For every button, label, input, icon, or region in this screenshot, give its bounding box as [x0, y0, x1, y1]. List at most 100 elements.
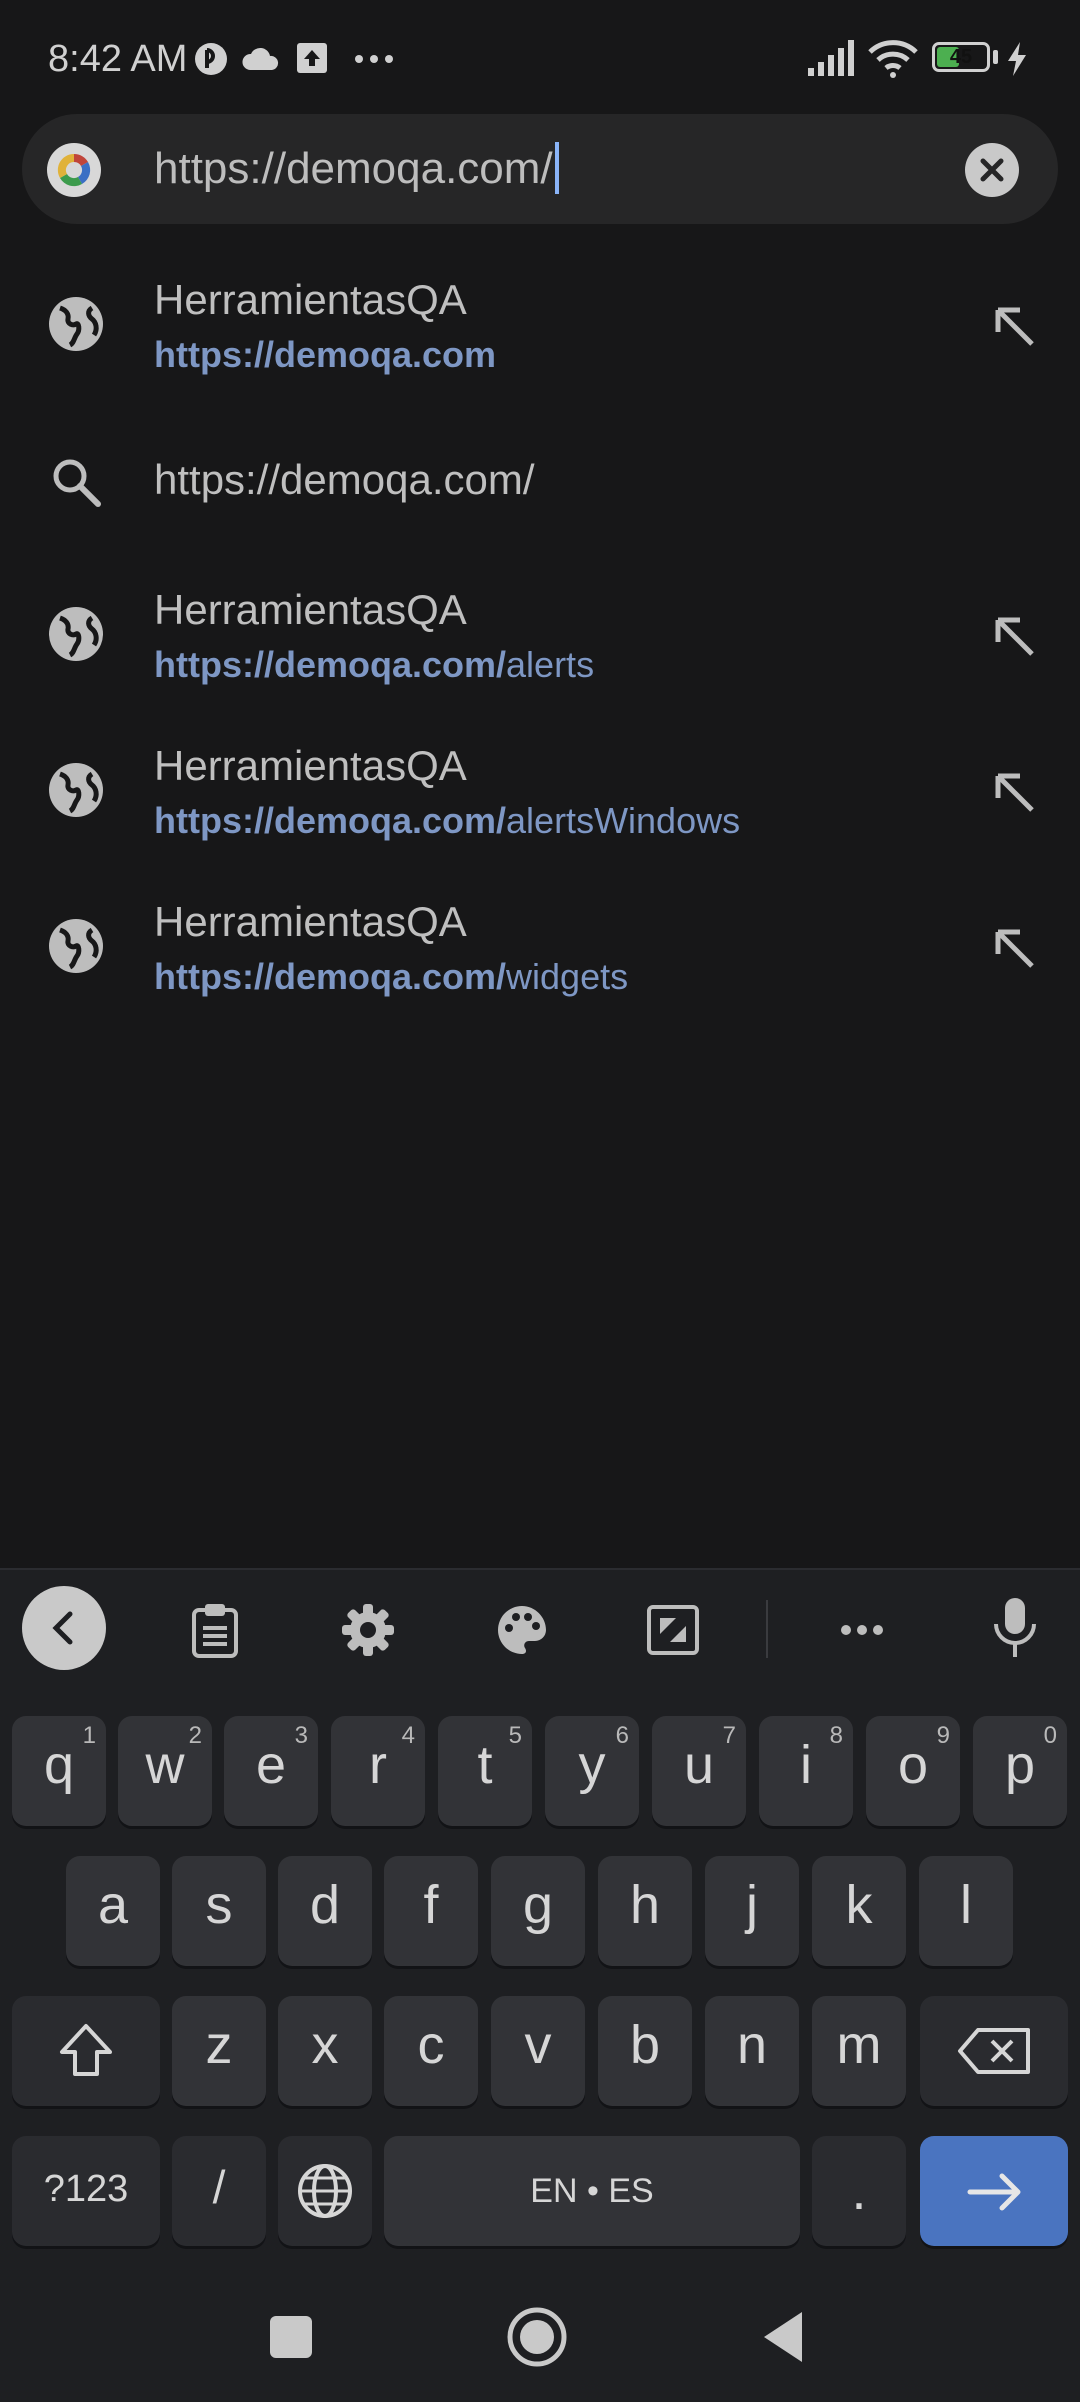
globe-icon — [49, 763, 103, 817]
key-q[interactable]: q1 — [12, 1716, 106, 1826]
key-label: x — [311, 2015, 339, 2075]
suggestion-url-rest: alertsWindows — [506, 800, 741, 841]
key-hint: 5 — [508, 1722, 522, 1749]
settings-icon[interactable] — [340, 1602, 396, 1658]
suggestion-url-rest: widgets — [506, 956, 629, 997]
battery-level: 45 — [949, 46, 973, 68]
key-g[interactable]: g — [491, 1856, 585, 1966]
address-bar[interactable]: https://demoqa.com/ — [22, 114, 1058, 224]
key-v[interactable]: v — [491, 1996, 585, 2106]
key-f[interactable]: f — [384, 1856, 478, 1966]
suggestion-item[interactable]: HerramientasQA https://demoqa.com/alerts… — [0, 716, 1080, 866]
language-key[interactable] — [278, 2136, 372, 2246]
key-hint: 8 — [829, 1722, 843, 1749]
key-label: f — [423, 1875, 439, 1935]
key-p[interactable]: p0 — [973, 1716, 1067, 1826]
clipboard-icon[interactable] — [190, 1602, 240, 1658]
more-icon — [355, 55, 393, 63]
suggestion-url: https://demoqa.com/widgets — [154, 956, 628, 998]
key-s[interactable]: s — [172, 1856, 266, 1966]
key-n[interactable]: n — [705, 1996, 799, 2106]
key-label: k — [845, 1875, 873, 1935]
key-b[interactable]: b — [598, 1996, 692, 2106]
symbols-key[interactable]: ?123 — [12, 2136, 160, 2246]
shift-icon — [60, 2024, 112, 2076]
key-label: EN • ES — [530, 2172, 654, 2210]
key-j[interactable]: j — [705, 1856, 799, 1966]
key-d[interactable]: d — [278, 1856, 372, 1966]
enter-key[interactable] — [920, 2136, 1068, 2246]
insert-arrow-icon[interactable] — [988, 766, 1040, 818]
status-time: 8:42 AM — [48, 38, 188, 80]
upload-icon — [297, 43, 327, 73]
key-k[interactable]: k — [812, 1856, 906, 1966]
key-label: ?123 — [43, 2168, 129, 2210]
insert-arrow-icon[interactable] — [988, 300, 1040, 352]
key-label: c — [417, 2015, 445, 2075]
resize-icon[interactable] — [646, 1604, 700, 1656]
key-t[interactable]: t5 — [438, 1716, 532, 1826]
suggestion-item[interactable]: https://demoqa.com/ — [0, 406, 1080, 556]
key-period[interactable]: . — [812, 2136, 906, 2246]
battery-tip — [993, 50, 998, 64]
key-u[interactable]: u7 — [652, 1716, 746, 1826]
key-label: j — [746, 1875, 758, 1935]
insert-arrow-icon[interactable] — [988, 610, 1040, 662]
arrow-right-icon — [967, 2173, 1021, 2211]
key-y[interactable]: y6 — [545, 1716, 639, 1826]
backspace-key[interactable] — [920, 1996, 1068, 2106]
key-label: b — [629, 2015, 661, 2075]
suggestion-url-match: https://demoqa.com/ — [154, 644, 507, 685]
key-hint: 1 — [82, 1722, 96, 1749]
battery-icon: 45 — [932, 42, 990, 72]
key-e[interactable]: e3 — [224, 1716, 318, 1826]
key-x[interactable]: x — [278, 1996, 372, 2106]
key-h[interactable]: h — [598, 1856, 692, 1966]
key-label: a — [97, 1875, 129, 1935]
text-caret — [554, 142, 559, 195]
key-a[interactable]: a — [66, 1856, 160, 1966]
suggestion-url-match: https://demoqa.com/ — [154, 956, 507, 997]
key-l[interactable]: l — [919, 1856, 1013, 1966]
globe-icon — [298, 2164, 352, 2218]
search-icon — [53, 459, 101, 507]
key-z[interactable]: z — [172, 1996, 266, 2106]
suggestion-url: https://demoqa.com — [154, 334, 496, 376]
key-m[interactable]: m — [812, 1996, 906, 2106]
palette-icon[interactable] — [494, 1602, 550, 1658]
key-hint: 3 — [294, 1722, 308, 1749]
clear-icon[interactable] — [964, 142, 1020, 198]
key-i[interactable]: i8 — [759, 1716, 853, 1826]
more-icon[interactable] — [840, 1624, 884, 1636]
app-icon — [195, 43, 227, 75]
space-key[interactable]: EN • ES — [384, 2136, 800, 2246]
key-label: m — [836, 2015, 882, 2075]
suggestion-item[interactable]: HerramientasQA https://demoqa.com/alerts — [0, 560, 1080, 710]
suggestion-item[interactable]: HerramientasQA https://demoqa.com/widget… — [0, 872, 1080, 1022]
home-icon[interactable] — [506, 2306, 568, 2368]
suggestion-title: https://demoqa.com/ — [154, 456, 535, 503]
google-logo-icon — [47, 143, 101, 197]
key-label: s — [205, 1875, 233, 1935]
globe-icon — [49, 919, 103, 973]
suggestion-url-match: https://demoqa.com/ — [154, 800, 507, 841]
back-icon[interactable] — [760, 2310, 806, 2364]
key-slash[interactable]: / — [172, 2136, 266, 2246]
keyboard-collapse-button[interactable] — [22, 1586, 106, 1670]
globe-icon — [49, 607, 103, 661]
key-o[interactable]: o9 — [866, 1716, 960, 1826]
signal-icon — [808, 40, 854, 76]
key-w[interactable]: w2 — [118, 1716, 212, 1826]
suggestion-title: HerramientasQA — [154, 276, 467, 323]
shift-key[interactable] — [12, 1996, 160, 2106]
insert-arrow-icon[interactable] — [988, 922, 1040, 974]
key-hint: 7 — [722, 1722, 736, 1749]
mic-icon[interactable] — [990, 1596, 1040, 1660]
url-input[interactable]: https://demoqa.com/ — [154, 140, 559, 198]
suggestion-url: https://demoqa.com/alertsWindows — [154, 800, 740, 842]
recents-icon[interactable] — [270, 2316, 312, 2358]
key-r[interactable]: r4 — [331, 1716, 425, 1826]
key-hint: 6 — [615, 1722, 629, 1749]
key-c[interactable]: c — [384, 1996, 478, 2106]
suggestion-item[interactable]: HerramientasQA https://demoqa.com — [0, 250, 1080, 400]
